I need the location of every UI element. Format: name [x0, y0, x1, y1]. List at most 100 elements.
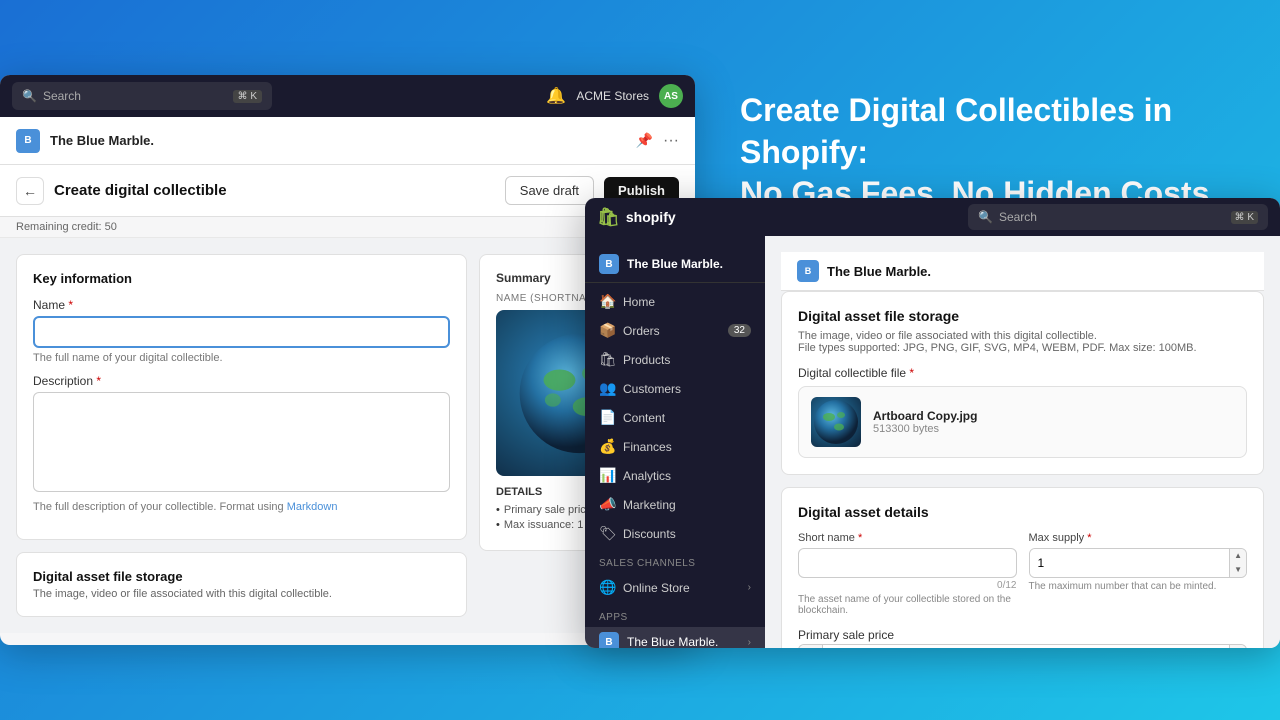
- file-size-text: 513300 bytes: [873, 423, 977, 435]
- sidebar-item-analytics[interactable]: 📊 Analytics: [585, 461, 765, 490]
- page-title: Create digital collectible: [54, 182, 495, 199]
- max-supply-decrement[interactable]: ▼: [1230, 563, 1246, 577]
- short-name-input[interactable]: [798, 548, 1017, 578]
- app-logo: B: [16, 129, 40, 153]
- price-prefix: $: [799, 645, 823, 648]
- front-store-header: B The Blue Marble.: [781, 252, 1264, 291]
- search-icon: 🔍: [22, 89, 37, 103]
- front-search-bar[interactable]: 🔍 Search ⌘ K: [968, 204, 1268, 230]
- sidebar-item-products[interactable]: 🛍 Products: [585, 345, 765, 374]
- sidebar-item-products-label: Products: [623, 353, 670, 367]
- sidebar-item-discounts[interactable]: 🏷 Discounts: [585, 519, 765, 548]
- storage-card-title: Digital asset file storage: [33, 569, 450, 584]
- sidebar-item-online-store-label: Online Store: [623, 581, 690, 595]
- back-arrow-icon: ←: [23, 183, 37, 199]
- max-supply-label: Max supply *: [1029, 532, 1248, 544]
- sidebar-item-orders-label: Orders: [623, 324, 660, 338]
- finances-icon: 💰: [599, 438, 615, 455]
- remaining-credit-text: Remaining credit: 50: [16, 221, 117, 233]
- name-label: Name *: [33, 298, 450, 312]
- asset-details-card: Digital asset details Short name * 0/12 …: [781, 487, 1264, 648]
- description-hint-prefix: The full description of your collectible…: [33, 501, 287, 513]
- file-storage-desc2: File types supported: JPG, PNG, GIF, SVG…: [798, 342, 1247, 354]
- price-input[interactable]: [823, 645, 1229, 648]
- save-draft-button[interactable]: Save draft: [505, 176, 594, 205]
- sidebar-item-marketing-label: Marketing: [623, 498, 676, 512]
- price-increment[interactable]: ▲: [1230, 645, 1246, 648]
- description-label-text: Description: [33, 374, 93, 388]
- file-field-label: Digital collectible file *: [798, 366, 1247, 380]
- analytics-icon: 📊: [599, 467, 615, 484]
- store-label: The Blue Marble.: [50, 133, 154, 148]
- sidebar-store-icon: B: [599, 254, 619, 274]
- description-field-group: Description * The full description of yo…: [33, 374, 450, 513]
- sidebar-app-blue-marble-label: The Blue Marble.: [627, 635, 718, 648]
- more-options-icon[interactable]: ···: [663, 132, 679, 150]
- description-input[interactable]: [33, 392, 450, 492]
- sidebar-store-name: The Blue Marble.: [627, 257, 723, 271]
- app-blue-marble-icon: B: [599, 632, 619, 648]
- content-icon: 📄: [599, 409, 615, 426]
- marketing-icon: 📣: [599, 496, 615, 513]
- file-preview-area: Artboard Copy.jpg 513300 bytes: [798, 386, 1247, 458]
- sales-channels-chevron: ›: [748, 582, 751, 593]
- asset-details-title: Digital asset details: [798, 504, 1247, 520]
- file-thumbnail: [811, 397, 861, 447]
- sidebar-item-finances-label: Finances: [623, 440, 672, 454]
- name-field-group: Name * The full name of your digital col…: [33, 298, 450, 364]
- max-supply-stepper: ▲ ▼: [1229, 549, 1246, 577]
- sidebar-item-marketing[interactable]: 📣 Marketing: [585, 490, 765, 519]
- search-placeholder-text: Search: [43, 89, 81, 103]
- headline-section: Create Digital Collectibles in Shopify: …: [740, 90, 1240, 215]
- sidebar-store-item: B The Blue Marble.: [585, 246, 765, 283]
- home-icon: 🏠: [599, 293, 615, 310]
- description-required-marker: *: [96, 374, 101, 388]
- sidebar-item-home-label: Home: [623, 295, 655, 309]
- file-storage-desc: The image, video or file associated with…: [798, 330, 1247, 354]
- sidebar-item-customers[interactable]: 👥 Customers: [585, 374, 765, 403]
- name-input[interactable]: [33, 316, 450, 348]
- sidebar-item-finances[interactable]: 💰 Finances: [585, 432, 765, 461]
- sidebar-top: B The Blue Marble. 🏠 Home 📦 Orders 32: [585, 246, 765, 648]
- key-info-card: Key information Name * The full name of …: [16, 254, 467, 540]
- sidebar-item-orders[interactable]: 📦 Orders 32: [585, 316, 765, 345]
- front-body: B The Blue Marble. 🏠 Home 📦 Orders 32: [585, 236, 1280, 648]
- max-supply-required: *: [1087, 532, 1091, 544]
- max-supply-increment[interactable]: ▲: [1230, 549, 1246, 563]
- sidebar-item-content-label: Content: [623, 411, 665, 425]
- storage-desc-text: The image, video or file associated with…: [33, 588, 450, 600]
- avatar: AS: [659, 84, 683, 108]
- markdown-link[interactable]: Markdown: [287, 501, 338, 513]
- back-search-bar[interactable]: 🔍 Search ⌘ K: [12, 82, 272, 110]
- short-name-max-supply-row: Short name * 0/12 The asset name of your…: [798, 532, 1247, 616]
- storage-card: Digital asset file storage The image, vi…: [16, 552, 467, 617]
- sidebar-item-content[interactable]: 📄 Content: [585, 403, 765, 432]
- front-main-scroll: Digital asset file storage The image, vi…: [781, 291, 1264, 648]
- shopify-logo-text: shopify: [626, 209, 676, 225]
- description-hint-text: The full description of your collectible…: [33, 501, 450, 513]
- online-store-icon: 🌐: [599, 579, 615, 596]
- back-button[interactable]: ←: [16, 177, 44, 205]
- short-name-label-text: Short name: [798, 532, 855, 544]
- app-chevron: ›: [748, 637, 751, 648]
- sidebar-item-customers-label: Customers: [623, 382, 681, 396]
- sidebar-app-blue-marble[interactable]: B The Blue Marble. ›: [585, 627, 765, 648]
- description-label: Description *: [33, 374, 450, 388]
- sidebar: B The Blue Marble. 🏠 Home 📦 Orders 32: [585, 236, 765, 648]
- sidebar-wrapper: B The Blue Marble. 🏠 Home 📦 Orders 32: [585, 246, 765, 638]
- file-info: Artboard Copy.jpg 513300 bytes: [873, 409, 977, 435]
- short-name-counter: 0/12: [798, 580, 1017, 591]
- max-supply-input[interactable]: 1: [1030, 549, 1230, 577]
- front-store-name: The Blue Marble.: [827, 264, 931, 279]
- file-storage-desc1: The image, video or file associated with…: [798, 330, 1247, 342]
- sidebar-item-analytics-label: Analytics: [623, 469, 671, 483]
- shopify-logo: 🛍 shopify: [597, 207, 676, 228]
- front-window: 🛍 shopify 🔍 Search ⌘ K B The Blue Marble…: [585, 198, 1280, 648]
- sidebar-item-online-store[interactable]: 🌐 Online Store ›: [585, 573, 765, 602]
- notification-bell-icon[interactable]: 🔔: [546, 86, 566, 106]
- sidebar-item-home[interactable]: 🏠 Home: [585, 287, 765, 316]
- price-input-group: $ ▲ ▼: [798, 644, 1247, 648]
- orders-badge: 32: [728, 324, 751, 337]
- products-icon: 🛍: [599, 351, 615, 368]
- headline-text: Create Digital Collectibles in Shopify: …: [740, 90, 1240, 215]
